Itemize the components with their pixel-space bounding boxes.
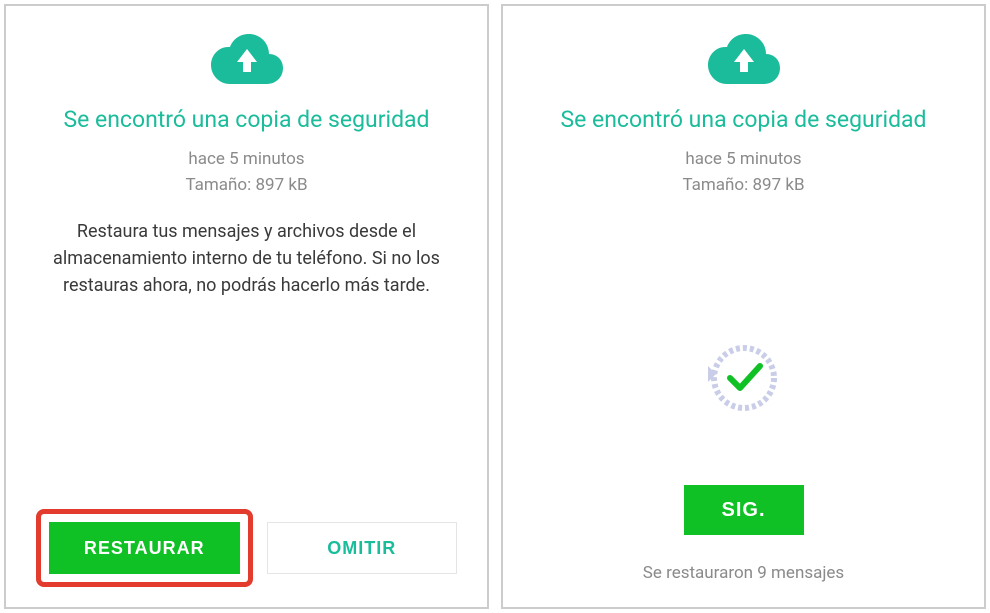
restore-complete-panel: Se encontró una copia de seguridad hace … xyxy=(501,4,986,609)
backup-found-panel: Se encontró una copia de seguridad hace … xyxy=(4,4,489,609)
restore-button[interactable]: RESTAURAR xyxy=(49,522,240,574)
backup-time: hace 5 minutos xyxy=(185,147,307,173)
backup-meta: hace 5 minutos Tamaño: 897 kB xyxy=(185,147,307,198)
skip-wrap: OMITIR xyxy=(267,509,458,587)
backup-time: hace 5 minutos xyxy=(682,147,804,173)
restore-success-icon xyxy=(704,338,784,422)
backup-title: Se encontró una copia de seguridad xyxy=(63,106,429,133)
restore-highlight: RESTAURAR xyxy=(36,509,253,587)
cloud-upload-icon xyxy=(708,34,780,88)
bottom-stack: SIG. Se restauraron 9 mensajes xyxy=(503,485,984,583)
cloud-upload-icon xyxy=(211,34,283,88)
skip-button[interactable]: OMITIR xyxy=(267,522,458,574)
backup-description: Restaura tus mensajes y archivos desde e… xyxy=(36,218,457,299)
button-row: RESTAURAR OMITIR xyxy=(36,509,457,587)
next-button[interactable]: SIG. xyxy=(684,485,804,535)
backup-size: Tamaño: 897 kB xyxy=(185,173,307,199)
backup-size: Tamaño: 897 kB xyxy=(682,173,804,199)
backup-meta: hace 5 minutos Tamaño: 897 kB xyxy=(682,147,804,198)
backup-title: Se encontró una copia de seguridad xyxy=(560,106,926,133)
restore-status: Se restauraron 9 mensajes xyxy=(643,563,844,583)
